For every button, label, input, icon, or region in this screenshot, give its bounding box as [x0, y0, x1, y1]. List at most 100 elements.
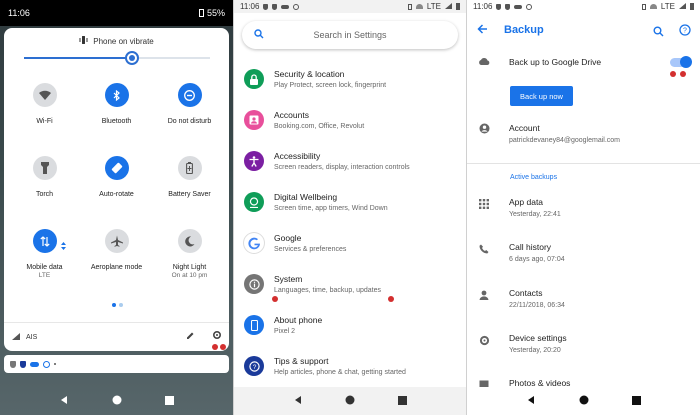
tile-battery-saver[interactable]: Battery Saver	[152, 156, 227, 199]
brightness-thumb[interactable]	[124, 51, 139, 65]
signal-icon	[679, 2, 686, 11]
tile-aeroplane-mode[interactable]: Aeroplane mode	[79, 229, 154, 272]
account-email: patrickdevaney84@googlemail.com	[509, 137, 620, 144]
tile-torch[interactable]: Torch	[7, 156, 82, 199]
ringer-label: Phone on vibrate	[93, 36, 154, 46]
recents-icon[interactable]	[631, 392, 641, 410]
backup-item-title: App data	[509, 197, 544, 207]
search-icon[interactable]	[653, 24, 664, 42]
settings-item-title: System	[274, 274, 303, 284]
backup-now-button[interactable]: Back up now	[510, 86, 573, 106]
backup-item-device-settings[interactable]: Device settings Yesterday, 20:20	[467, 333, 700, 356]
tile-button[interactable]	[177, 229, 202, 253]
tile-night-light[interactable]: Night Light On at 10 pm	[152, 229, 227, 280]
expand-arrows-icon[interactable]	[61, 237, 66, 255]
night-light-icon	[184, 235, 195, 247]
tile-button[interactable]	[104, 83, 129, 107]
tile-button[interactable]	[32, 229, 57, 253]
status-time: 11:06	[8, 8, 30, 18]
search-placeholder: Search in Settings	[313, 30, 387, 40]
settings-item-accounts[interactable]: Accounts Booking.com, Office, Revolut	[234, 103, 466, 144]
recents-icon[interactable]	[164, 392, 174, 410]
brightness-slider[interactable]	[24, 51, 210, 65]
tile-mobile-data[interactable]: Mobile data LTE	[7, 229, 82, 280]
tile-label: Wi-Fi	[36, 118, 53, 125]
cloud-icon	[281, 4, 290, 9]
backup-item-app-data[interactable]: App data Yesterday, 22:41	[467, 197, 700, 220]
status-bar: 11:06 55%	[0, 0, 233, 26]
settings-gear-icon[interactable]	[212, 330, 222, 342]
tile-label: Do not disturb	[167, 118, 212, 125]
ringer-status[interactable]: Phone on vibrate	[4, 36, 229, 46]
tile-sublabel: On at 10 pm	[171, 272, 208, 279]
sync-icon	[526, 3, 533, 10]
info-icon	[244, 274, 264, 294]
carrier-name: AIS	[26, 333, 38, 341]
backup-drive-row[interactable]: Back up to Google Drive	[467, 57, 700, 68]
edit-icon[interactable]	[186, 331, 195, 342]
quick-settings-panel: Phone on vibrate Wi-Fi Bluetooth Do not …	[4, 28, 229, 351]
back-icon[interactable]	[293, 392, 303, 410]
backup-item-title: Contacts	[509, 288, 543, 298]
network-type: LTE	[426, 2, 441, 11]
recents-icon[interactable]	[397, 392, 407, 410]
settings-item-system[interactable]: System Languages, time, backup, updates	[234, 267, 466, 308]
tile-button[interactable]	[32, 83, 57, 107]
mobile-data-icon	[39, 235, 50, 247]
dnd-icon	[184, 89, 195, 101]
shield-icon	[263, 3, 269, 10]
tile-button[interactable]	[104, 229, 129, 253]
settings-item-security-location[interactable]: Security & location Play Protect, screen…	[234, 62, 466, 103]
wifi-icon	[415, 4, 423, 9]
back-arrow-icon[interactable]	[477, 21, 488, 39]
notification-icons-strip[interactable]	[4, 355, 229, 373]
tile-label: Battery Saver	[168, 191, 211, 198]
settings-item-subtitle: Screen readers, display, interaction con…	[274, 164, 410, 171]
help-icon[interactable]: ?	[679, 23, 691, 41]
backup-item-call-history[interactable]: Call history 6 days ago, 07:04	[467, 242, 700, 265]
cloud-icon	[30, 361, 39, 367]
tile-wi-fi[interactable]: Wi-Fi	[7, 83, 82, 126]
tile-bluetooth[interactable]: Bluetooth	[79, 83, 154, 126]
navigation-bar	[234, 387, 466, 415]
svg-text:?: ?	[683, 28, 687, 35]
sync-icon	[293, 3, 300, 10]
status-bar: 11:06 LTE	[234, 0, 466, 13]
settings-item-google[interactable]: Google Services & preferences	[234, 226, 466, 267]
back-icon[interactable]	[526, 392, 536, 410]
settings-item-digital-wellbeing[interactable]: Digital Wellbeing Screen time, app timer…	[234, 185, 466, 226]
battery-icon	[198, 9, 204, 17]
backup-item-contacts[interactable]: Contacts 22/11/2018, 06:34	[467, 288, 700, 311]
tile-button[interactable]	[177, 156, 202, 180]
settings-item-accessibility[interactable]: Accessibility Screen readers, display, i…	[234, 144, 466, 185]
svg-text:?: ?	[252, 364, 256, 371]
home-icon[interactable]	[112, 392, 122, 410]
qs-footer: AIS	[4, 322, 229, 351]
vibrate-icon	[407, 3, 412, 10]
tile-button[interactable]	[177, 83, 202, 107]
section-divider	[467, 163, 700, 164]
account-row[interactable]: Account patrickdevaney84@googlemail.com	[467, 123, 700, 146]
tile-do-not-disturb[interactable]: Do not disturb	[152, 83, 227, 126]
tile-button[interactable]	[32, 156, 57, 180]
backup-item-subtitle: Yesterday, 22:41	[509, 211, 561, 218]
tile-button[interactable]	[104, 156, 129, 180]
search-bar[interactable]: Search in Settings	[242, 21, 458, 49]
tile-label: Aeroplane mode	[90, 264, 143, 271]
gear-icon	[477, 333, 491, 346]
settings-item-about-phone[interactable]: About phone Pixel 2	[234, 308, 466, 349]
settings-item-subtitle: Help articles, phone & chat, getting sta…	[274, 369, 406, 376]
tile-auto-rotate[interactable]: Auto-rotate	[79, 156, 154, 199]
back-icon[interactable]	[59, 392, 69, 410]
settings-item-subtitle: Services & preferences	[274, 246, 347, 253]
backup-drive-label: Back up to Google Drive	[509, 57, 602, 67]
backup-toggle[interactable]	[670, 56, 692, 68]
settings-item-subtitle: Screen time, app timers, Wind Down	[274, 205, 388, 212]
vibrate-icon	[79, 36, 88, 46]
section-header: Active backups	[510, 174, 558, 181]
home-icon[interactable]	[345, 392, 355, 410]
home-icon[interactable]	[579, 392, 589, 410]
cloud-icon	[514, 4, 523, 9]
account-circle-icon	[477, 123, 491, 134]
settings-item-tips-support[interactable]: ? Tips & support Help articles, phone & …	[234, 349, 466, 390]
